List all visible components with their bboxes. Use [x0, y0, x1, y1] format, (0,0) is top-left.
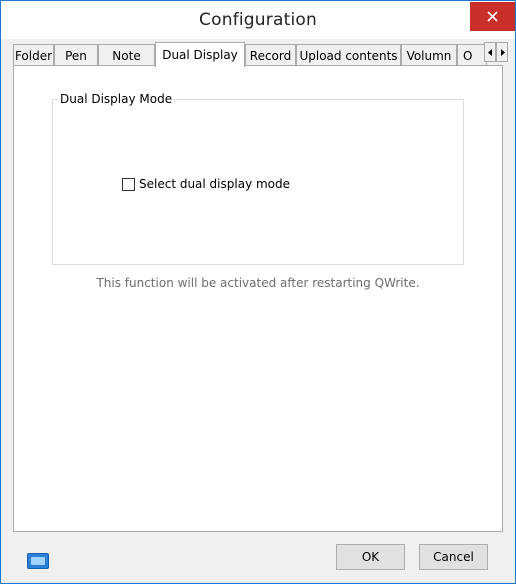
cancel-button[interactable]: Cancel: [419, 544, 488, 570]
tab-folder[interactable]: Folder: [13, 44, 54, 66]
tab-overflow[interactable]: O: [457, 44, 487, 66]
tab-record[interactable]: Record: [245, 44, 296, 66]
keyboard-icon: [31, 557, 45, 565]
tab-scroll-right-button[interactable]: [496, 42, 508, 62]
restart-note: This function will be activated after re…: [96, 276, 420, 290]
tab-scroll-left-button[interactable]: [484, 42, 496, 62]
tab-pen[interactable]: Pen: [54, 44, 98, 66]
arrow-right-icon: [500, 45, 505, 59]
arrow-left-icon: [487, 45, 493, 59]
tab-strip: Folder Pen Note Dual Display Record Uplo…: [13, 42, 508, 67]
close-button[interactable]: [470, 2, 515, 31]
window-title: Configuration: [199, 10, 317, 30]
dual-display-checkbox-row[interactable]: Select dual display mode: [122, 177, 290, 191]
title-bar: Configuration: [1, 1, 515, 39]
dual-display-panel: Dual Display Mode Select dual display mo…: [13, 65, 503, 532]
tab-upload-contents[interactable]: Upload contents: [296, 44, 401, 66]
tab-dual-display[interactable]: Dual Display: [155, 42, 245, 67]
close-icon: [487, 11, 498, 22]
dual-display-groupbox: Dual Display Mode Select dual display mo…: [52, 92, 464, 265]
tab-volumn[interactable]: Volumn: [401, 44, 457, 66]
dual-display-checkbox[interactable]: [122, 177, 135, 191]
tab-note[interactable]: Note: [98, 44, 155, 66]
tab-scroll-arrows: [484, 42, 508, 62]
keyboard-button[interactable]: [27, 553, 49, 569]
group-title: Dual Display Mode: [58, 92, 175, 106]
configuration-window: Configuration Folder Pen Note Dual Displ…: [0, 0, 516, 584]
ok-button[interactable]: OK: [336, 544, 405, 570]
dual-display-checkbox-label: Select dual display mode: [139, 177, 291, 191]
